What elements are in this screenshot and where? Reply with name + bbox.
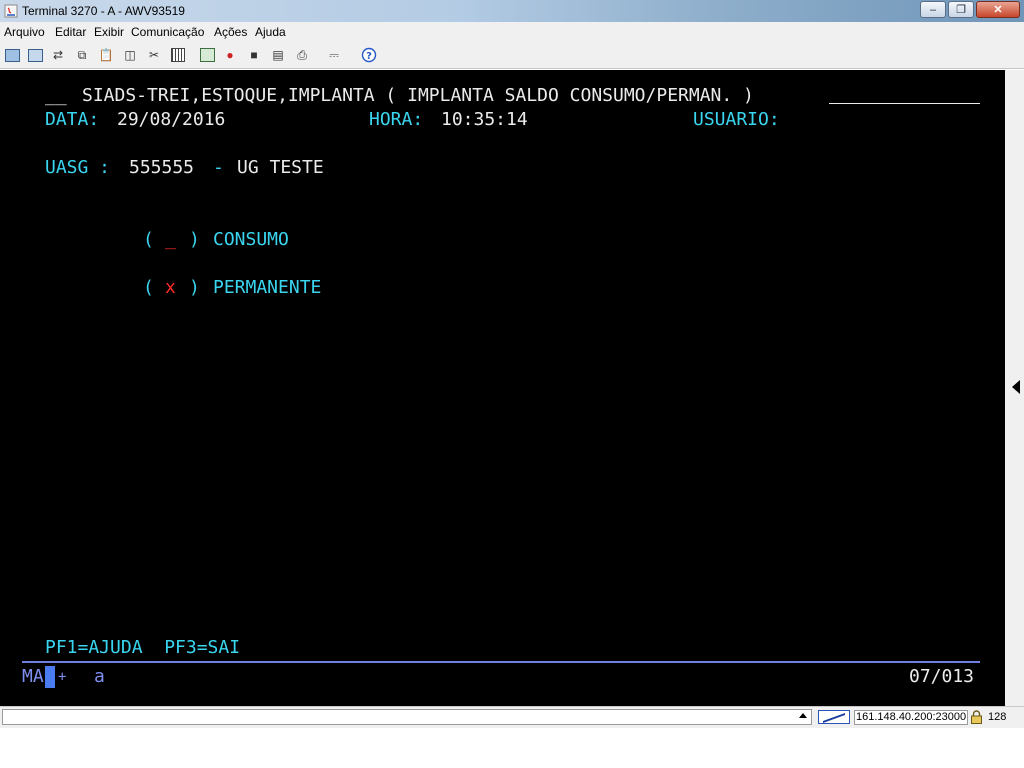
title-bar: Terminal 3270 - A - AWV93519 – ❐ ✕ (0, 0, 1024, 22)
new-session-icon[interactable] (4, 47, 20, 63)
uasg-name: UG TESTE (237, 157, 324, 178)
java-app-icon (4, 4, 18, 18)
oia-mode: MA (22, 666, 44, 687)
copy-icon[interactable]: ⧉ (74, 47, 90, 63)
option-consumo-close-paren: ) (189, 229, 200, 250)
option-permanente-open-paren: ( (143, 277, 154, 298)
menu-exibir[interactable]: Exibir (94, 25, 124, 39)
encryption-bits: 128 (988, 711, 1007, 723)
close-icon: ✕ (993, 4, 1003, 16)
connection-icon (818, 710, 850, 724)
usuario-label: USUARIO: (693, 109, 780, 130)
help-icon[interactable]: ? (361, 47, 377, 63)
window-title: Terminal 3270 - A - AWV93519 (22, 4, 185, 18)
open-session-icon[interactable] (27, 47, 43, 63)
menu-arquivo[interactable]: Arquivo (4, 25, 45, 39)
option-consumo-open-paren: ( (143, 229, 154, 250)
data-value: 29/08/2016 (117, 109, 226, 130)
host-address: 161.148.40.200:23000 (854, 710, 969, 725)
menu-comunicacao[interactable]: Comunicação (131, 25, 204, 39)
screen-title: SIADS-TREI,ESTOQUE,IMPLANTA ( IMPLANTA S… (82, 85, 754, 106)
toolbar: ⇄ ⧉ 📋 ◫ ✂ ● ■ ▤ ⎙ ⎓ ? (0, 42, 1024, 69)
status-message-field (2, 709, 812, 725)
pf-keys-legend: PF1=AJUDA PF3=SAI (45, 637, 241, 658)
macro-play-icon[interactable] (199, 47, 215, 63)
option-consumo-label: CONSUMO (213, 229, 289, 250)
side-panel-toggle-icon[interactable] (1012, 380, 1020, 394)
cursor-block (45, 666, 55, 688)
terminal-screen[interactable]: __ SIADS-TREI,ESTOQUE,IMPLANTA ( IMPLANT… (0, 70, 1005, 706)
scroll-up-icon[interactable] (799, 713, 807, 718)
printer-icon[interactable]: ⎓ (326, 47, 342, 63)
hora-label: HORA: (369, 109, 424, 130)
oia-separator (22, 661, 980, 663)
option-permanente-input[interactable]: x (165, 278, 176, 298)
restore-icon: ❐ (956, 4, 966, 16)
status-bar: 161.148.40.200:23000 128 (0, 706, 1024, 728)
option-permanente-close-paren: ) (189, 277, 200, 298)
disconnect-icon[interactable]: ■ (246, 47, 262, 63)
keypad-icon[interactable] (170, 47, 186, 63)
minimize-button[interactable]: – (920, 1, 946, 18)
close-button[interactable]: ✕ (976, 1, 1020, 18)
paste-icon[interactable]: 📋 (98, 47, 114, 63)
uasg-code: 555555 (129, 157, 195, 178)
print-screen-icon[interactable]: ⎙ (294, 47, 310, 63)
header-prefix[interactable]: __ (45, 86, 67, 106)
uasg-separator: - (213, 157, 224, 178)
data-label: DATA: (45, 109, 100, 130)
menu-editar[interactable]: Editar (55, 25, 86, 39)
oia-cursor-position: 07/013 (909, 666, 975, 687)
menu-ajuda[interactable]: Ajuda (255, 25, 286, 39)
clipboard-icon[interactable]: ◫ (122, 47, 138, 63)
svg-text:?: ? (366, 51, 372, 62)
maximize-button[interactable]: ❐ (948, 1, 974, 18)
oia-input-mode: a (94, 666, 105, 687)
option-consumo-input[interactable]: _ (165, 230, 176, 250)
macro-record-icon[interactable]: ● (222, 47, 238, 63)
hora-value: 10:35:14 (441, 109, 528, 130)
menu-acoes[interactable]: Ações (214, 25, 247, 39)
uasg-label: UASG : (45, 157, 111, 178)
cut-icon[interactable]: ✂ (146, 47, 162, 63)
desktop-area (0, 728, 1024, 768)
print-icon[interactable]: ▤ (270, 47, 286, 63)
header-underline (829, 103, 980, 104)
send-file-icon[interactable]: ⇄ (50, 47, 66, 63)
oia-indicator: + (58, 669, 67, 685)
menu-bar: Arquivo Editar Exibir Comunicação Ações … (0, 22, 1024, 42)
option-permanente-label: PERMANENTE (213, 277, 322, 298)
lock-icon (971, 710, 982, 724)
minimize-icon: – (929, 3, 937, 16)
